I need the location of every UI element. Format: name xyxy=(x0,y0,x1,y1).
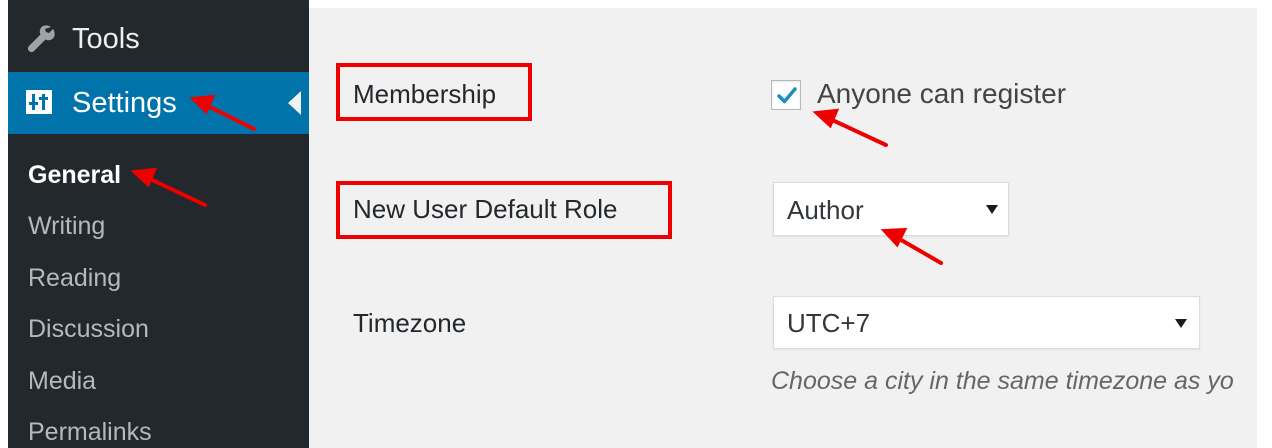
arrow-icon xyxy=(812,108,888,147)
annotation-arrows xyxy=(130,94,943,265)
arrow-icon xyxy=(130,167,207,207)
arrow-icon xyxy=(189,94,256,131)
arrow-icon xyxy=(880,227,943,265)
